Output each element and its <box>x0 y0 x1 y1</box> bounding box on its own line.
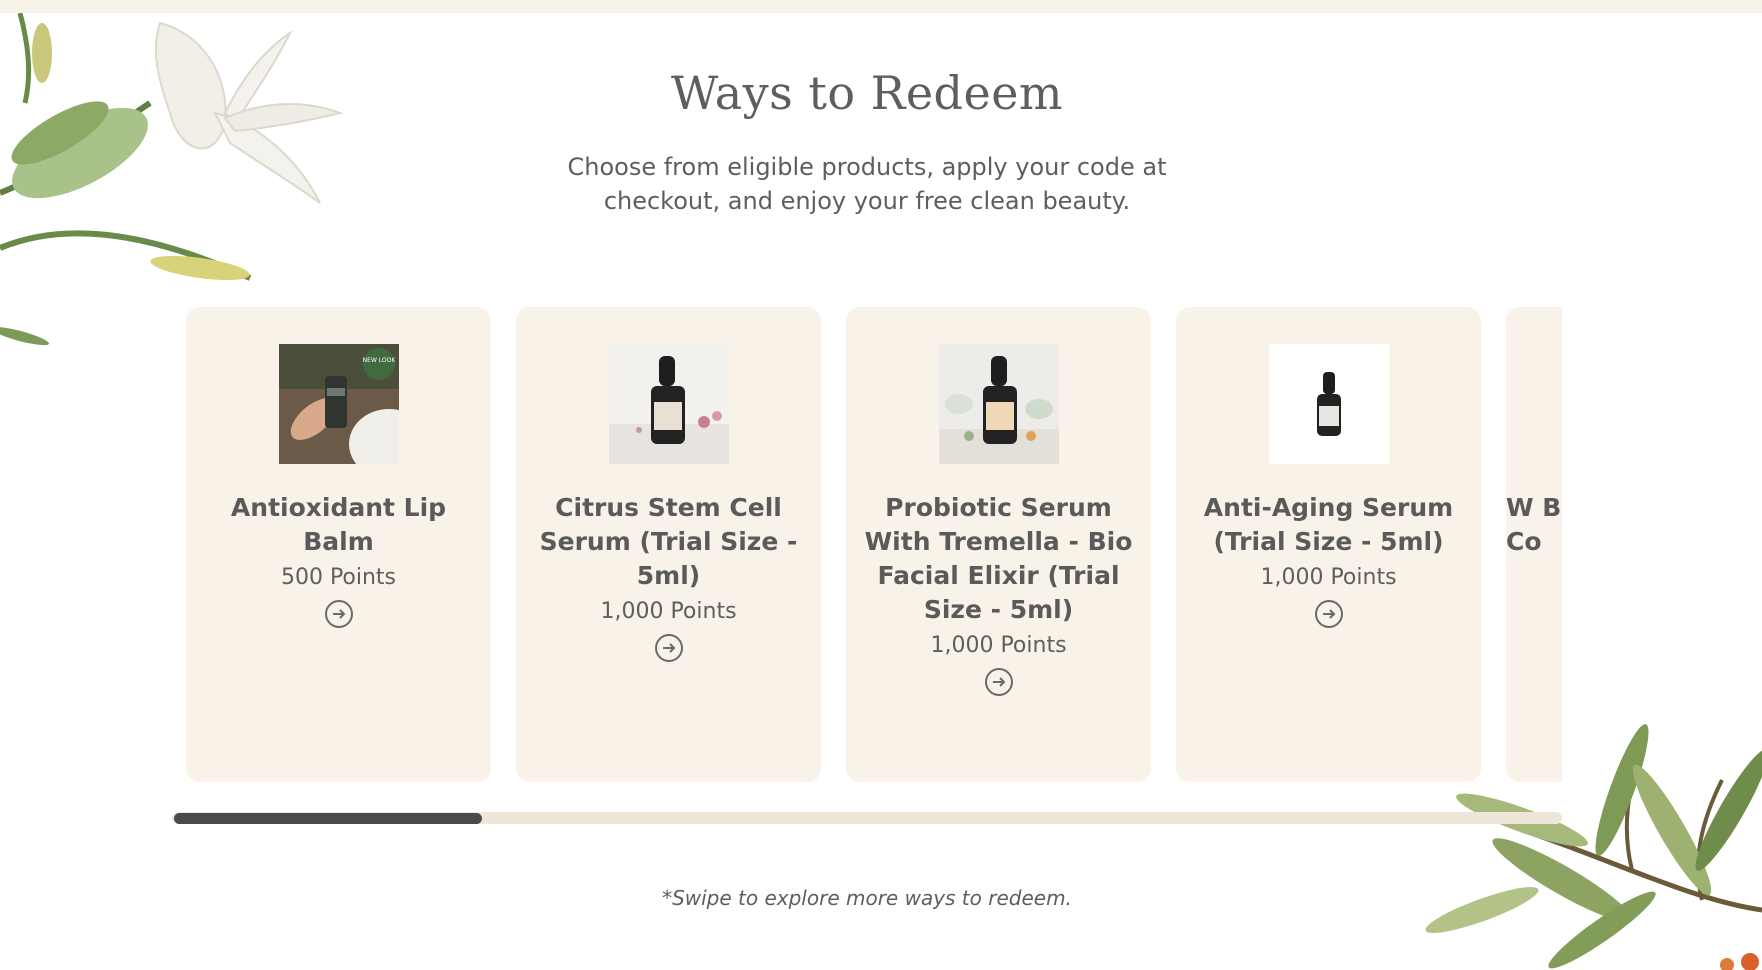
product-points: 1,000 Points <box>600 599 737 624</box>
product-points: 1,000 Points <box>930 633 1067 658</box>
arrow-circle-right-icon[interactable] <box>984 667 1014 697</box>
product-title: Anti-Aging Serum (Trial Size - 5ml) <box>1203 493 1454 556</box>
product-card-info: Probiotic Serum With Tremella - Bio Faci… <box>860 491 1137 706</box>
arrow-circle-right-icon[interactable] <box>654 633 684 663</box>
swipe-hint: *Swipe to explore more ways to redeem. <box>662 886 1072 910</box>
product-card-probiotic-serum[interactable]: Probiotic Serum With Tremella - Bio Faci… <box>846 307 1151 782</box>
product-points: 500 Points <box>280 565 397 590</box>
redeem-carousel[interactable]: NEW LOOK Antioxidant Lip Balm 500 Points… <box>186 307 1562 783</box>
product-card-info: Antioxidant Lip Balm 500 Points <box>200 491 477 638</box>
botanical-decoration-top-left <box>0 13 344 346</box>
product-points: 1,000 Points <box>1260 565 1397 590</box>
product-card-info: Citrus Stem Cell Serum (Trial Size - 5ml… <box>530 491 807 672</box>
arrow-circle-right-icon[interactable] <box>1314 599 1344 629</box>
product-card-info: Anti-Aging Serum (Trial Size - 5ml) 1,00… <box>1190 491 1467 638</box>
product-card-citrus-serum[interactable]: Citrus Stem Cell Serum (Trial Size - 5ml… <box>516 307 821 782</box>
product-card-lip-balm[interactable]: NEW LOOK Antioxidant Lip Balm 500 Points <box>186 307 491 782</box>
product-title: Antioxidant Lip Balm <box>230 493 447 556</box>
product-title: Probiotic Serum With Tremella - Bio Faci… <box>864 493 1133 624</box>
product-title: Citrus Stem Cell Serum (Trial Size - 5ml… <box>539 493 798 590</box>
product-image-citrus-serum <box>609 344 729 464</box>
product-image-probiotic-serum <box>939 344 1059 464</box>
carousel-scrollbar-thumb[interactable] <box>174 813 482 824</box>
carousel-scrollbar[interactable] <box>172 812 1562 824</box>
badge-text: NEW LOOK <box>363 357 397 364</box>
product-card-partial[interactable]: W B Co <box>1506 307 1562 782</box>
page-title: Ways to Redeem <box>670 66 1064 120</box>
top-banner-strip <box>0 0 1762 13</box>
arrow-circle-right-icon[interactable] <box>324 599 354 629</box>
product-card-anti-aging-serum[interactable]: Anti-Aging Serum (Trial Size - 5ml) 1,00… <box>1176 307 1481 782</box>
product-title: W B Co <box>1506 493 1562 556</box>
page-subtitle: Choose from eligible products, apply you… <box>567 153 1167 215</box>
product-image-anti-aging-serum <box>1269 344 1389 464</box>
product-image-lip-balm: NEW LOOK <box>279 344 399 464</box>
product-card-info: W B Co <box>1506 491 1562 559</box>
